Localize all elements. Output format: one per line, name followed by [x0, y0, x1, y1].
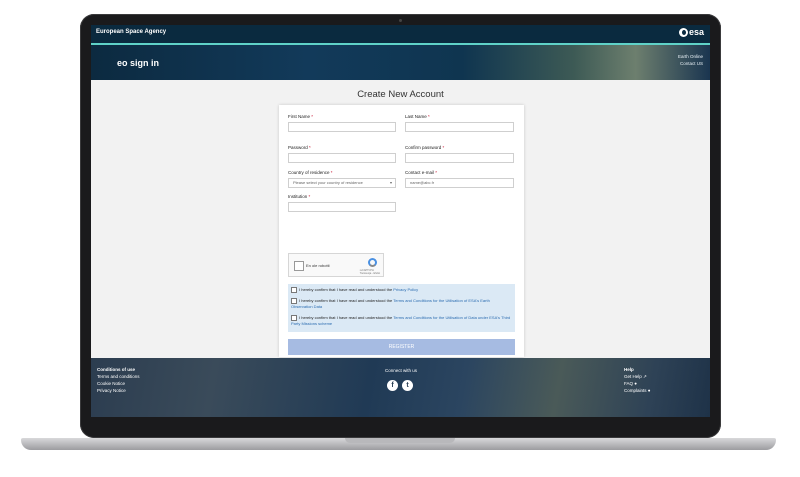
- first-name-input[interactable]: [288, 122, 396, 132]
- recaptcha-label: En ole robotti: [306, 263, 330, 268]
- footer-conditions-title: Conditions of use: [97, 367, 135, 372]
- hero-banner: eo sign in Earth Online Contact US: [91, 45, 710, 80]
- terms-link[interactable]: Terms and conditions: [97, 373, 140, 380]
- register-button[interactable]: REGISTER: [288, 339, 515, 355]
- country-label: Country of residence *: [288, 170, 333, 175]
- facebook-icon[interactable]: f: [387, 380, 398, 391]
- recaptcha-terms: reCAPTCHA Tietosuoja - Ehdot: [359, 269, 380, 275]
- privacy-notice-link[interactable]: Privacy Notice: [97, 387, 140, 394]
- recaptcha-checkbox[interactable]: [294, 261, 304, 271]
- info-icon: ●: [647, 388, 651, 393]
- esa-logo-text: esa: [688, 27, 704, 37]
- consent-tpm-data: I hereby confirm that I have read and un…: [291, 315, 511, 327]
- confirm-password-input[interactable]: [405, 153, 514, 163]
- country-placeholder: Please select your country of residence: [293, 180, 363, 185]
- footer-help-title: Help: [624, 367, 634, 372]
- agency-name: European Space Agency: [96, 29, 167, 35]
- top-bar: European Space Agency esa: [91, 25, 710, 43]
- consent-checkbox[interactable]: [291, 287, 297, 293]
- consent-panel: I hereby confirm that I have read and un…: [288, 284, 515, 332]
- esa-logo[interactable]: esa: [678, 27, 704, 37]
- password-input[interactable]: [288, 153, 396, 163]
- get-help-link[interactable]: Get Help ↗: [624, 373, 651, 380]
- country-select[interactable]: Please select your country of residence …: [288, 178, 396, 188]
- institution-input[interactable]: [288, 202, 396, 212]
- footer-help: Help Get Help ↗ FAQ ● Complaints ●: [624, 366, 651, 394]
- email-label: Contact e-mail *: [405, 170, 438, 175]
- confirm-password-label: Confirm password *: [405, 145, 445, 150]
- email-input[interactable]: name@abc.fr: [405, 178, 514, 188]
- last-name-label: Last Name *: [405, 114, 430, 119]
- earth-online-link[interactable]: Earth Online: [678, 53, 703, 60]
- faq-link[interactable]: FAQ ●: [624, 380, 651, 387]
- external-link-icon: ↗: [643, 374, 647, 379]
- hero-title: eo sign in: [117, 58, 160, 68]
- footer: Conditions of use Terms and conditions C…: [91, 358, 710, 417]
- browser-screen: European Space Agency esa eo sign in Ear…: [91, 25, 710, 417]
- privacy-policy-link[interactable]: Privacy Policy: [393, 287, 418, 292]
- password-label: Password *: [288, 145, 311, 150]
- first-name-label: First Name *: [288, 114, 314, 119]
- twitter-icon[interactable]: t: [402, 380, 413, 391]
- cookie-notice-link[interactable]: Cookie Notice: [97, 380, 140, 387]
- laptop-notch: [345, 438, 455, 443]
- camera-dot: [399, 19, 402, 22]
- complaints-link[interactable]: Complaints ●: [624, 387, 651, 394]
- esa-logo-icon: [678, 27, 688, 37]
- consent-privacy: I hereby confirm that I have read and un…: [291, 287, 512, 293]
- recaptcha-icon: [368, 258, 377, 267]
- contact-us-link[interactable]: Contact US: [678, 60, 703, 67]
- consent-eo-data: I hereby confirm that I have read and un…: [291, 298, 490, 310]
- registration-form: First Name * Last Name * Password * Conf…: [279, 105, 524, 369]
- hero-links: Earth Online Contact US: [678, 53, 703, 67]
- chevron-down-icon: ▾: [389, 180, 392, 185]
- footer-conditions: Conditions of use Terms and conditions C…: [97, 366, 140, 394]
- page-title: Create New Account: [357, 89, 444, 100]
- last-name-input[interactable]: [405, 122, 514, 132]
- recaptcha-widget: En ole robotti reCAPTCHA Tietosuoja - Ehd…: [288, 253, 384, 277]
- footer-connect-title: Connect with us: [385, 368, 418, 373]
- main-content: Create New Account First Name * Last Nam…: [91, 80, 710, 369]
- social-links: f t: [387, 380, 413, 391]
- question-icon: ●: [634, 381, 637, 386]
- institution-label: Institution *: [288, 194, 311, 199]
